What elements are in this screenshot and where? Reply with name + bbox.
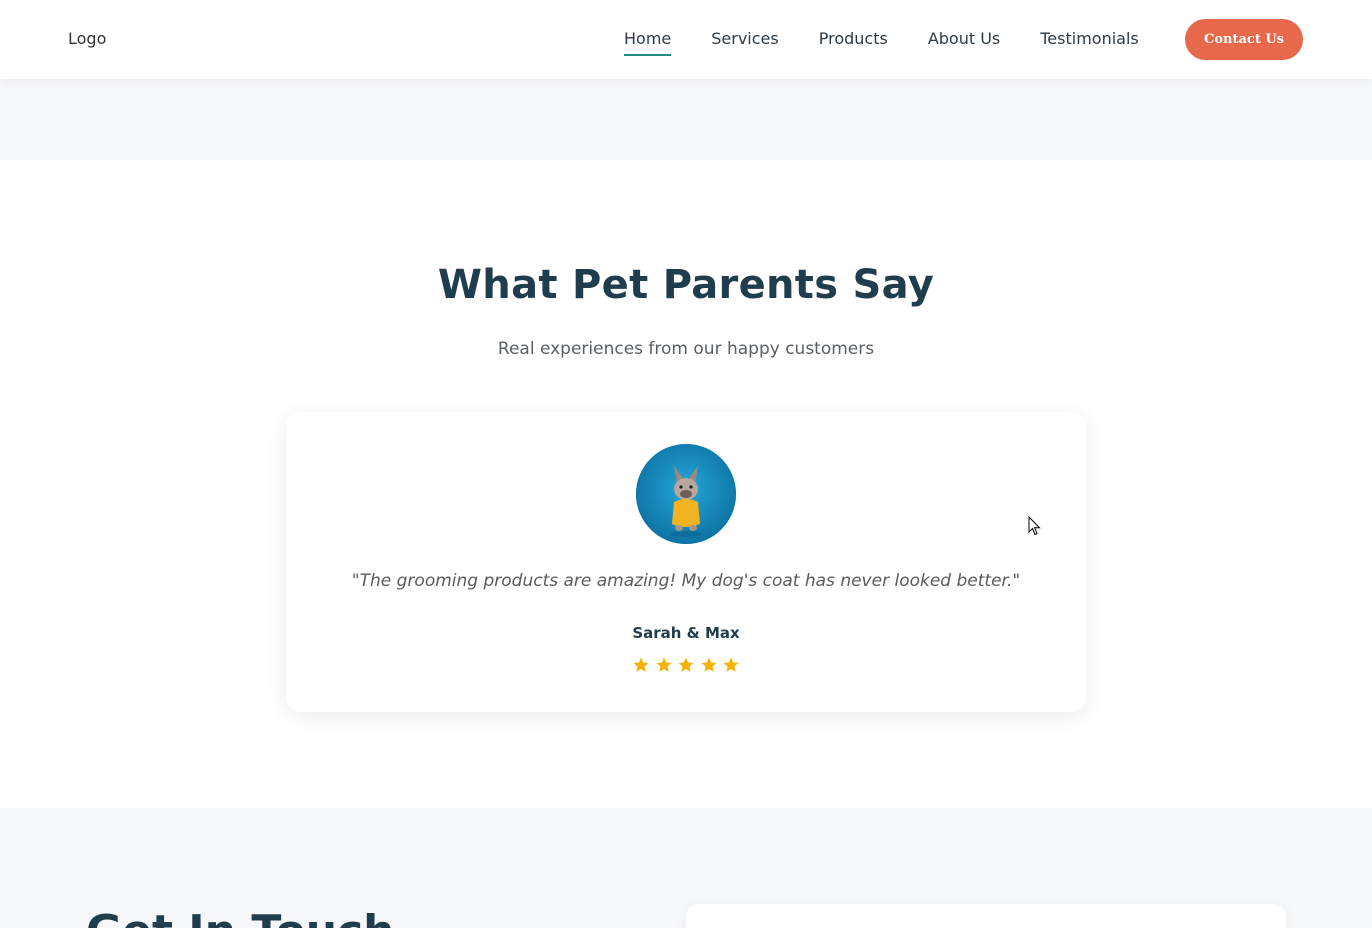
star-icon bbox=[722, 656, 740, 674]
contact-us-button[interactable]: Contact Us bbox=[1185, 19, 1303, 60]
site-header: Logo Home Services Products About Us Tes… bbox=[0, 0, 1372, 79]
mouse-cursor-icon bbox=[1028, 515, 1042, 540]
dog-photo-icon bbox=[636, 444, 736, 544]
star-icon bbox=[632, 656, 650, 674]
logo[interactable]: Logo bbox=[68, 29, 106, 48]
avatar bbox=[636, 444, 736, 544]
nav-testimonials[interactable]: Testimonials bbox=[1040, 29, 1139, 48]
section-subtitle: Real experiences from our happy customer… bbox=[497, 339, 875, 359]
testimonial-card: "The grooming products are amazing! My d… bbox=[286, 412, 1086, 712]
contact-section-title: Get In Touch bbox=[86, 906, 394, 928]
testimonial-author: Sarah & Max bbox=[632, 624, 740, 642]
nav-services[interactable]: Services bbox=[711, 29, 778, 48]
star-icon bbox=[677, 656, 695, 674]
section-title: What Pet Parents Say bbox=[437, 262, 935, 308]
nav-home[interactable]: Home bbox=[624, 29, 672, 56]
testimonial-quote: "The grooming products are amazing! My d… bbox=[351, 571, 1021, 591]
contact-form-card bbox=[686, 904, 1286, 928]
star-rating bbox=[632, 656, 740, 674]
main-nav: Home Services Products About Us Testimon… bbox=[624, 29, 1139, 56]
star-icon bbox=[700, 656, 718, 674]
nav-products[interactable]: Products bbox=[819, 29, 888, 48]
nav-about-us[interactable]: About Us bbox=[928, 29, 1000, 48]
star-icon bbox=[655, 656, 673, 674]
hero-section-bottom bbox=[0, 79, 1372, 160]
